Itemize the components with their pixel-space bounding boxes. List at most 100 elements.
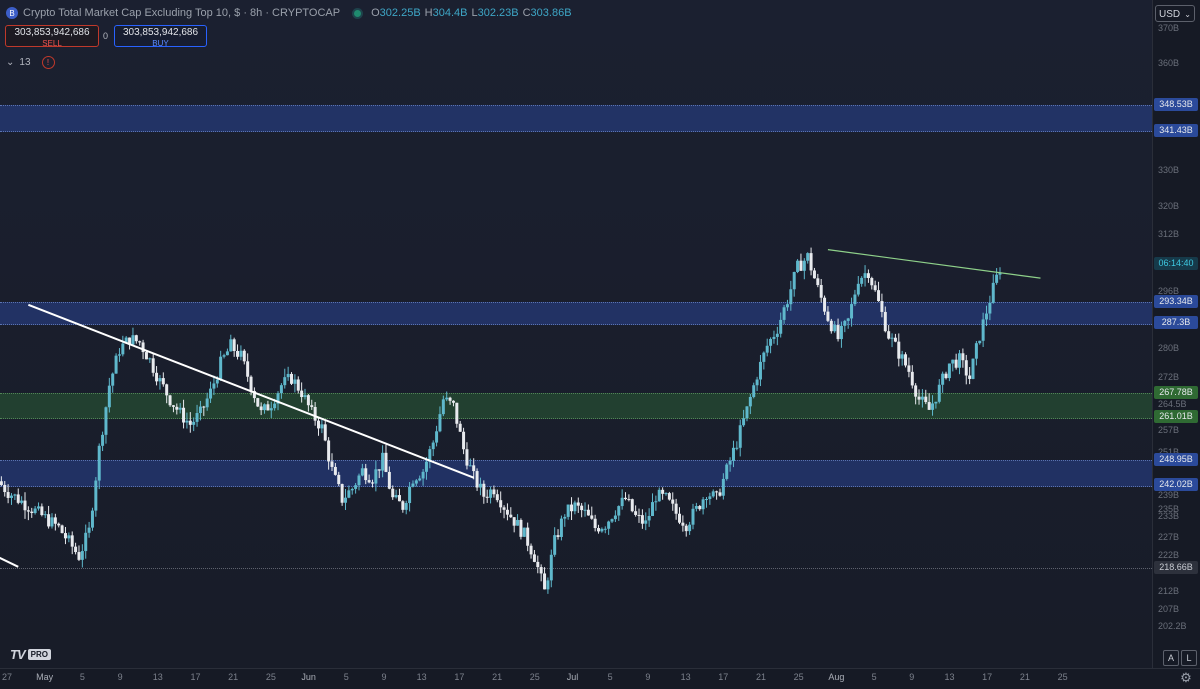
candle[interactable] bbox=[468, 458, 472, 467]
candle[interactable] bbox=[16, 488, 20, 505]
price-level-label[interactable]: 293.34B bbox=[1154, 294, 1198, 308]
candle[interactable] bbox=[553, 527, 557, 557]
candle[interactable] bbox=[134, 334, 138, 344]
candle[interactable] bbox=[306, 393, 310, 412]
candle[interactable] bbox=[117, 348, 121, 362]
candle[interactable] bbox=[404, 500, 408, 515]
candle[interactable] bbox=[330, 453, 334, 471]
candle[interactable] bbox=[927, 393, 931, 410]
candle[interactable] bbox=[823, 295, 827, 315]
candle[interactable] bbox=[718, 488, 722, 497]
candle[interactable] bbox=[600, 527, 604, 533]
price-level-label[interactable]: 341.43B bbox=[1154, 123, 1198, 137]
candle[interactable] bbox=[920, 389, 924, 408]
indicators-row[interactable]: ⌄ 13 ! bbox=[6, 56, 55, 69]
sell-button[interactable]: 303,853,942,686 SELL bbox=[5, 25, 99, 48]
candle[interactable] bbox=[90, 507, 94, 531]
candle[interactable] bbox=[904, 352, 908, 368]
candle[interactable] bbox=[401, 500, 405, 513]
candle[interactable] bbox=[543, 567, 547, 590]
candle[interactable] bbox=[171, 404, 175, 413]
candle[interactable] bbox=[50, 513, 54, 529]
candle[interactable] bbox=[644, 512, 648, 531]
candle[interactable] bbox=[988, 295, 992, 321]
candle[interactable] bbox=[651, 493, 655, 517]
candle[interactable] bbox=[209, 381, 213, 403]
candle[interactable] bbox=[590, 506, 594, 520]
candle[interactable] bbox=[451, 400, 455, 407]
candle[interactable] bbox=[738, 419, 742, 457]
candle[interactable] bbox=[866, 269, 870, 283]
price-level-label[interactable]: 267.78B bbox=[1154, 385, 1198, 399]
candle[interactable] bbox=[222, 353, 226, 359]
candle[interactable] bbox=[97, 443, 101, 490]
symbol-logo-icon[interactable]: B bbox=[6, 7, 18, 19]
candle[interactable] bbox=[961, 348, 965, 368]
candle[interactable] bbox=[411, 480, 415, 488]
candle[interactable] bbox=[394, 489, 398, 499]
candle[interactable] bbox=[367, 474, 371, 484]
candle[interactable] bbox=[357, 473, 361, 491]
candle[interactable] bbox=[148, 357, 152, 363]
candle[interactable] bbox=[303, 388, 307, 400]
log-scale-button[interactable]: L bbox=[1181, 650, 1197, 666]
candle[interactable] bbox=[991, 274, 995, 304]
candle[interactable] bbox=[418, 475, 422, 482]
candle[interactable] bbox=[661, 487, 665, 500]
candle[interactable] bbox=[239, 345, 243, 361]
candle[interactable] bbox=[657, 487, 661, 502]
candle[interactable] bbox=[505, 503, 509, 521]
candle[interactable] bbox=[421, 469, 425, 486]
candle[interactable] bbox=[343, 488, 347, 510]
candle[interactable] bbox=[333, 463, 337, 476]
candle[interactable] bbox=[391, 485, 395, 500]
candle[interactable] bbox=[698, 504, 702, 511]
candle[interactable] bbox=[694, 502, 698, 512]
candle[interactable] bbox=[887, 325, 891, 340]
candle[interactable] bbox=[843, 319, 847, 333]
candle[interactable] bbox=[104, 406, 108, 444]
candle[interactable] bbox=[620, 489, 624, 510]
candle[interactable] bbox=[536, 555, 540, 574]
candle[interactable] bbox=[603, 526, 607, 534]
candle[interactable] bbox=[192, 417, 196, 432]
candle[interactable] bbox=[829, 318, 833, 334]
candle[interactable] bbox=[428, 445, 432, 469]
currency-selector[interactable]: USD ⌄ bbox=[1155, 5, 1195, 22]
candle[interactable] bbox=[715, 490, 719, 500]
candle[interactable] bbox=[30, 507, 34, 518]
candle[interactable] bbox=[880, 293, 884, 318]
candle[interactable] bbox=[74, 542, 78, 555]
candle[interactable] bbox=[232, 337, 236, 357]
warning-icon[interactable]: ! bbox=[41, 56, 55, 69]
candle[interactable] bbox=[131, 327, 135, 346]
candle[interactable] bbox=[624, 492, 628, 501]
candle[interactable] bbox=[816, 273, 820, 288]
auto-scale-button[interactable]: A bbox=[1163, 650, 1179, 666]
candle[interactable] bbox=[350, 487, 354, 495]
candle[interactable] bbox=[151, 354, 155, 377]
candle[interactable] bbox=[995, 268, 999, 285]
candle[interactable] bbox=[758, 355, 762, 387]
chart-area[interactable] bbox=[0, 0, 1152, 668]
candle[interactable] bbox=[890, 333, 894, 348]
candle[interactable] bbox=[917, 389, 921, 405]
candle[interactable] bbox=[833, 321, 837, 333]
candle[interactable] bbox=[674, 498, 678, 520]
candle[interactable] bbox=[489, 486, 493, 504]
candle[interactable] bbox=[20, 496, 24, 505]
candle[interactable] bbox=[870, 276, 874, 290]
candle[interactable] bbox=[762, 351, 766, 370]
candle[interactable] bbox=[84, 524, 88, 559]
tradingview-logo[interactable]: TV PRO bbox=[10, 647, 51, 662]
candle[interactable] bbox=[33, 506, 37, 515]
candle[interactable] bbox=[259, 402, 263, 416]
candle[interactable] bbox=[900, 350, 904, 366]
candle[interactable] bbox=[290, 372, 294, 386]
candle[interactable] bbox=[175, 403, 179, 415]
candle[interactable] bbox=[242, 349, 246, 365]
candle[interactable] bbox=[26, 506, 30, 521]
candle[interactable] bbox=[799, 253, 803, 272]
candle[interactable] bbox=[9, 493, 13, 505]
candle[interactable] bbox=[114, 353, 118, 374]
